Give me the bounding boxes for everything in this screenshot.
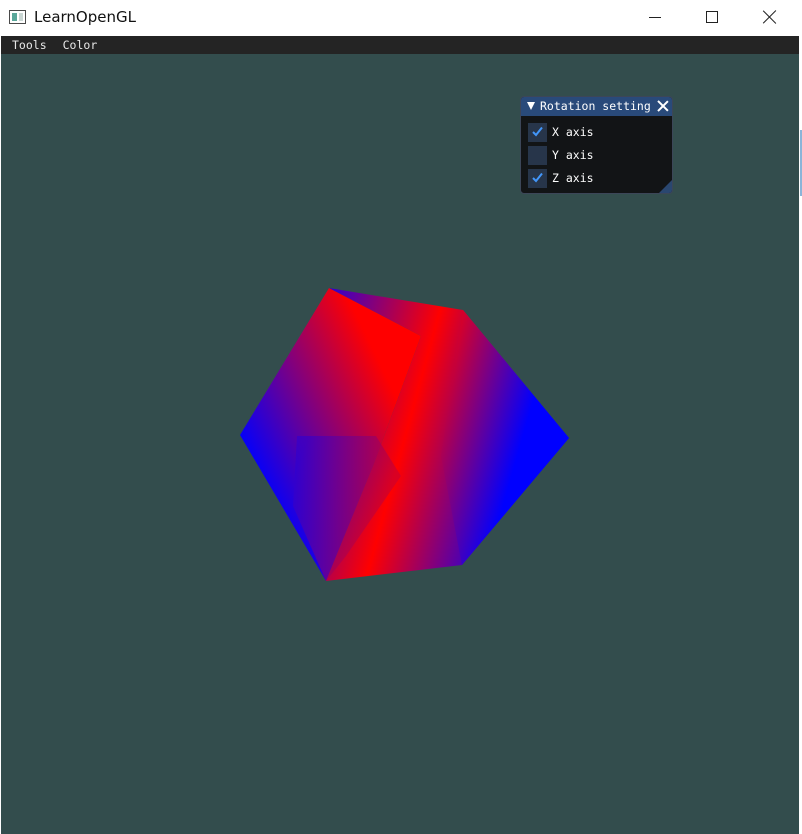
resize-grip-icon[interactable] bbox=[659, 180, 672, 193]
window-titlebar[interactable]: LearnOpenGL bbox=[0, 0, 802, 36]
maximize-button[interactable] bbox=[683, 0, 741, 34]
close-icon bbox=[763, 10, 777, 24]
rotation-setting-panel[interactable]: Rotation setting X axis Y axis Z axis bbox=[520, 96, 673, 194]
checkbox-z-axis-box[interactable] bbox=[528, 169, 547, 188]
cube-render bbox=[240, 288, 569, 581]
checkbox-y-axis-label: Y axis bbox=[552, 148, 594, 162]
checkbox-z-axis[interactable]: Z axis bbox=[528, 169, 594, 188]
app-icon bbox=[9, 10, 26, 24]
checkbox-x-axis[interactable]: X axis bbox=[528, 123, 594, 142]
close-window-button[interactable] bbox=[741, 0, 799, 34]
checkmark-icon bbox=[532, 172, 543, 183]
panel-close-icon[interactable] bbox=[657, 100, 669, 112]
checkbox-x-axis-box[interactable] bbox=[528, 123, 547, 142]
checkbox-x-axis-label: X axis bbox=[552, 125, 594, 139]
opengl-viewport[interactable]: Tools Color Rotation setting X axis Y ax… bbox=[1, 36, 800, 834]
main-menubar: Tools Color bbox=[1, 36, 800, 54]
checkbox-y-axis[interactable]: Y axis bbox=[528, 146, 594, 165]
menu-tools[interactable]: Tools bbox=[1, 36, 55, 54]
minimize-button[interactable] bbox=[626, 0, 684, 34]
checkbox-y-axis-box[interactable] bbox=[528, 146, 547, 165]
cube-faces bbox=[240, 288, 569, 581]
maximize-icon bbox=[706, 11, 718, 23]
cube-face-right bbox=[441, 310, 569, 565]
panel-title: Rotation setting bbox=[540, 99, 651, 113]
collapse-triangle-icon[interactable] bbox=[527, 102, 535, 110]
minimize-icon bbox=[649, 16, 661, 18]
window-title: LearnOpenGL bbox=[34, 8, 136, 26]
checkbox-z-axis-label: Z axis bbox=[552, 171, 594, 185]
panel-title-bar[interactable]: Rotation setting bbox=[521, 97, 672, 116]
checkmark-icon bbox=[532, 126, 543, 137]
menu-color[interactable]: Color bbox=[55, 36, 106, 54]
